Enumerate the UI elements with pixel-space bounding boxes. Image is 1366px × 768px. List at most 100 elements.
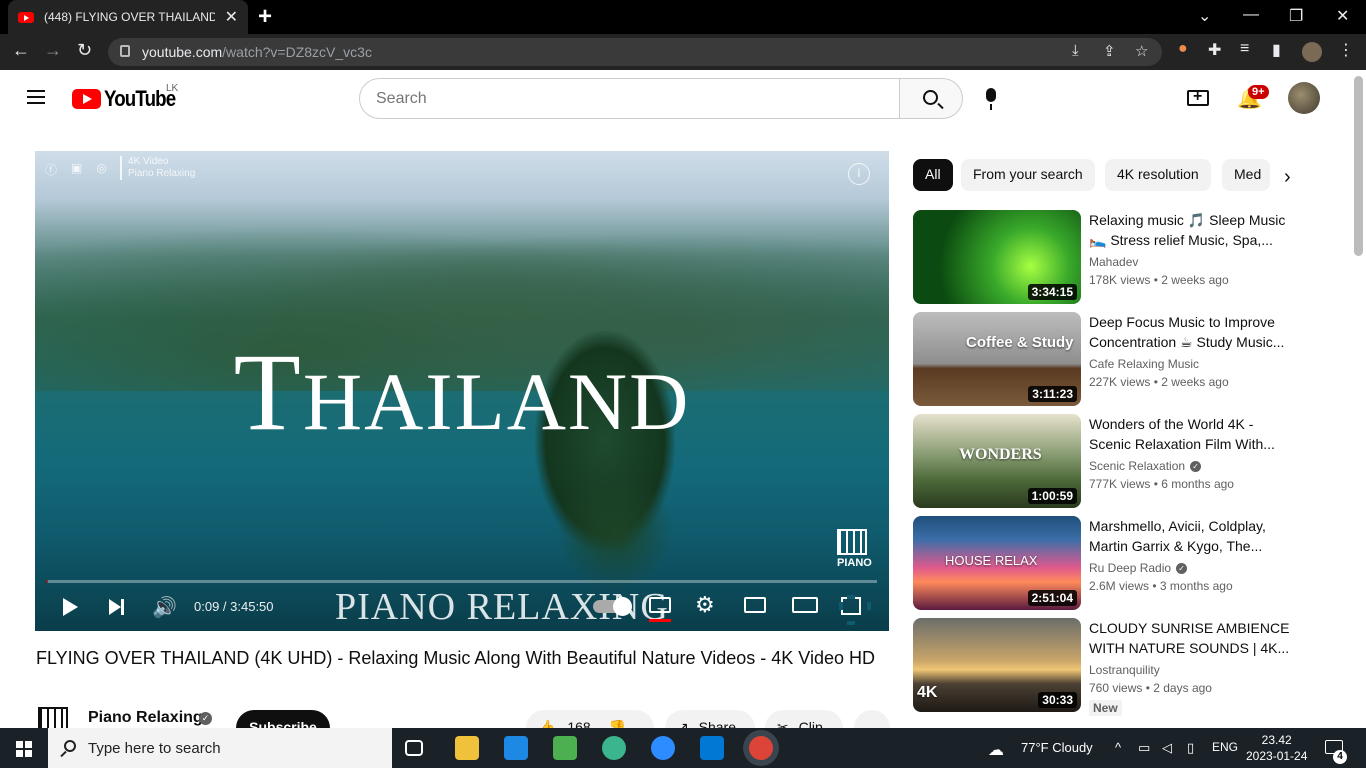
theater-mode-icon[interactable] [792,597,818,613]
display-icon[interactable]: ▯ [1187,740,1194,756]
windows-taskbar: Type here to search ☁ 77°F Cloudy ^ ▭ ◁ … [0,728,1366,768]
chrome-icon[interactable] [749,736,773,760]
reload-button[interactable]: ↻ [77,40,92,61]
recommendation-item[interactable]: 3:34:15 Relaxing music 🎵 Sleep Music 🛌 S… [913,210,1313,304]
address-bar[interactable]: youtube.com/watch?v=DZ8zcV_vc3c ⤓ ⇪ ☆ [108,38,1162,66]
watermark-line2: Piano Relaxing [128,168,196,179]
view-count: 777K views [1089,477,1151,491]
network-icon[interactable]: ▭ [1138,740,1150,756]
video-thumbnail[interactable]: WONDERS 1:00:59 [913,414,1081,508]
video-thumbnail[interactable]: HOUSE RELAX 2:51:04 [913,516,1081,610]
volume-icon[interactable]: 🔊 [152,595,177,620]
next-video-icon[interactable] [109,599,124,615]
browser-menu-icon[interactable]: ⋮ [1338,40,1354,60]
recommendation-channel[interactable]: Scenic Relaxation ✓ [1089,459,1202,473]
recommendation-title[interactable]: Relaxing music 🎵 Sleep Music 🛌 Stress re… [1089,210,1299,250]
media-control-icon[interactable]: ≡ [1240,40,1249,58]
video-overlay-title: THAILAND [35,329,889,456]
youtube-logo[interactable]: YouTube LK [72,83,188,112]
video-thumbnail[interactable]: 3:34:15 [913,210,1081,304]
new-badge: New [1089,700,1122,716]
info-card-icon[interactable]: i [848,163,870,185]
recommendation-item[interactable]: 4K 30:33 CLOUDY SUNRISE AMBIENCE WITH NA… [913,618,1313,716]
recommendation-title[interactable]: Wonders of the World 4K - Scenic Relaxat… [1089,414,1299,454]
guide-menu-icon[interactable] [27,90,45,104]
back-button[interactable]: ← [12,40,30,61]
install-app-icon[interactable]: ⤓ [1072,42,1079,59]
video-thumbnail[interactable]: 4K 30:33 [913,618,1081,712]
recommendation-title[interactable]: CLOUDY SUNRISE AMBIENCE WITH NATURE SOUN… [1089,618,1299,658]
tray-chevron-icon[interactable]: ^ [1115,740,1121,755]
tab-search-icon[interactable]: ⌄ [1198,6,1211,26]
page-scrollbar[interactable] [1354,76,1363,256]
miniplayer-icon[interactable] [744,597,766,613]
microsoft-store-icon[interactable] [553,736,577,760]
chip-from-your-search[interactable]: From your search [961,159,1095,191]
recommendation-item[interactable]: Coffee & Study 3:11:23 Deep Focus Music … [913,312,1313,406]
side-panel-icon[interactable]: ▮ [1272,40,1281,60]
profile-avatar[interactable] [1302,42,1322,62]
play-icon[interactable] [63,598,78,616]
chips-next-chevron-icon[interactable]: › [1284,166,1291,189]
close-window-button[interactable]: ✕ [1336,6,1349,26]
recommendation-title[interactable]: Deep Focus Music to Improve Concentratio… [1089,312,1299,352]
clock-time: 23.42 [1261,733,1292,747]
thumbnail-text: 4K [917,684,938,701]
recommendation-channel[interactable]: Ru Deep Radio ✓ [1089,561,1188,575]
progress-bar[interactable] [47,580,877,583]
youtube-play-icon [72,89,101,109]
chip-all[interactable]: All [913,159,953,191]
channel-name[interactable]: Piano Relaxing [88,709,203,727]
volume-tray-icon[interactable]: ◁ [1162,740,1172,756]
piano-logo-text: PIANO [837,557,872,569]
weather-text[interactable]: 77°F Cloudy [1021,740,1093,755]
voice-search-icon[interactable] [986,88,996,110]
lock-icon[interactable] [120,45,130,57]
piano-logo: PIANO [837,529,872,569]
input-language[interactable]: ENG [1212,740,1238,754]
edge-browser-icon[interactable] [602,736,626,760]
weather-cloud-icon[interactable]: ☁ [988,740,1004,760]
search-input[interactable]: Search [359,78,900,119]
bookmark-star-icon[interactable]: ☆ [1135,42,1148,60]
restore-button[interactable]: ❐ [1289,6,1303,26]
new-tab-button[interactable]: + [258,3,272,31]
recommendation-channel[interactable]: Mahadev [1089,255,1138,269]
tab-close-icon[interactable]: ✕ [225,7,238,27]
recommendation-channel[interactable]: Cafe Relaxing Music [1089,357,1199,371]
create-video-icon[interactable] [1187,88,1209,106]
account-avatar[interactable] [1288,82,1320,114]
share-page-icon[interactable]: ⇪ [1103,42,1116,60]
url-text: youtube.com/watch?v=DZ8zcV_vc3c [142,44,372,60]
recommendation-item[interactable]: HOUSE RELAX 2:51:04 Marshmello, Avicii, … [913,516,1313,610]
zoom-icon[interactable] [651,736,675,760]
taskbar-search-input[interactable]: Type here to search [48,728,392,768]
verified-badge-icon: ✓ [1176,563,1188,575]
windows-start-icon[interactable] [16,741,32,757]
extension-icon[interactable]: ● [1178,40,1188,58]
video-thumbnail[interactable]: Coffee & Study 3:11:23 [913,312,1081,406]
facebook-icon: ⓕ [45,163,58,177]
search-button[interactable] [899,78,963,119]
file-explorer-icon[interactable] [455,736,479,760]
settings-gear-icon[interactable]: ⚙ [695,592,715,618]
subtitles-icon[interactable] [649,597,671,622]
forward-button[interactable]: → [44,40,62,61]
view-count: 760 views [1089,681,1143,695]
url-host: youtube.com [142,44,223,60]
vscode-icon[interactable] [700,736,724,760]
recommendation-item[interactable]: WONDERS 1:00:59 Wonders of the World 4K … [913,414,1313,508]
autoplay-toggle[interactable] [593,597,632,616]
browser-tab[interactable]: (448) FLYING OVER THAILAND (4K UHD) ✕ [8,0,248,34]
fullscreen-icon[interactable] [839,595,871,625]
recommendation-channel[interactable]: Lostranquility [1089,663,1160,677]
recommendation-title[interactable]: Marshmello, Avicii, Coldplay, Martin Gar… [1089,516,1299,556]
task-view-icon[interactable] [405,740,423,756]
taskbar-clock[interactable]: 23.42 2023-01-24 [1246,732,1307,764]
video-player[interactable]: ⓕ ▣ ◎ 4K Video Piano Relaxing i THAILAND… [35,151,889,631]
chip-more[interactable]: Med [1222,159,1270,191]
extensions-puzzle-icon[interactable]: ✚ [1208,40,1221,60]
minimize-button[interactable]: — [1243,6,1259,24]
chip-4k-resolution[interactable]: 4K resolution [1105,159,1211,191]
mail-icon[interactable] [504,736,528,760]
